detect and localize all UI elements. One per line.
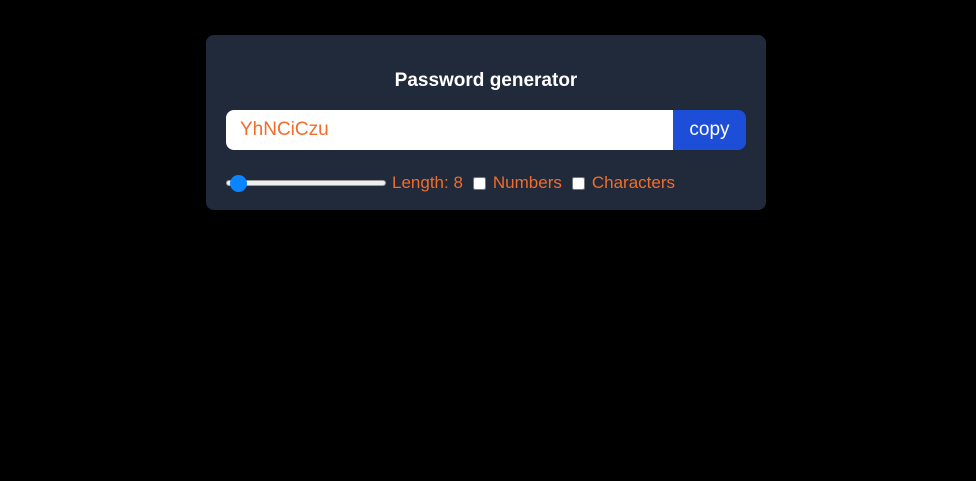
page-title: Password generator — [394, 70, 578, 91]
characters-label[interactable]: Characters — [592, 173, 675, 193]
password-generator-card: Password generator copy Length: 8 Number… — [206, 35, 766, 210]
length-label: Length: 8 — [392, 173, 463, 192]
numbers-label[interactable]: Numbers — [493, 173, 562, 193]
password-row: copy — [226, 110, 746, 150]
password-field[interactable] — [226, 110, 673, 150]
copy-button[interactable]: copy — [673, 110, 746, 150]
numbers-checkbox[interactable] — [472, 176, 486, 190]
options-row: Length: 8 Numbers Characters — [226, 171, 746, 195]
characters-checkbox[interactable] — [571, 176, 585, 190]
length-slider-track — [226, 173, 386, 193]
length-slider[interactable] — [226, 180, 386, 186]
